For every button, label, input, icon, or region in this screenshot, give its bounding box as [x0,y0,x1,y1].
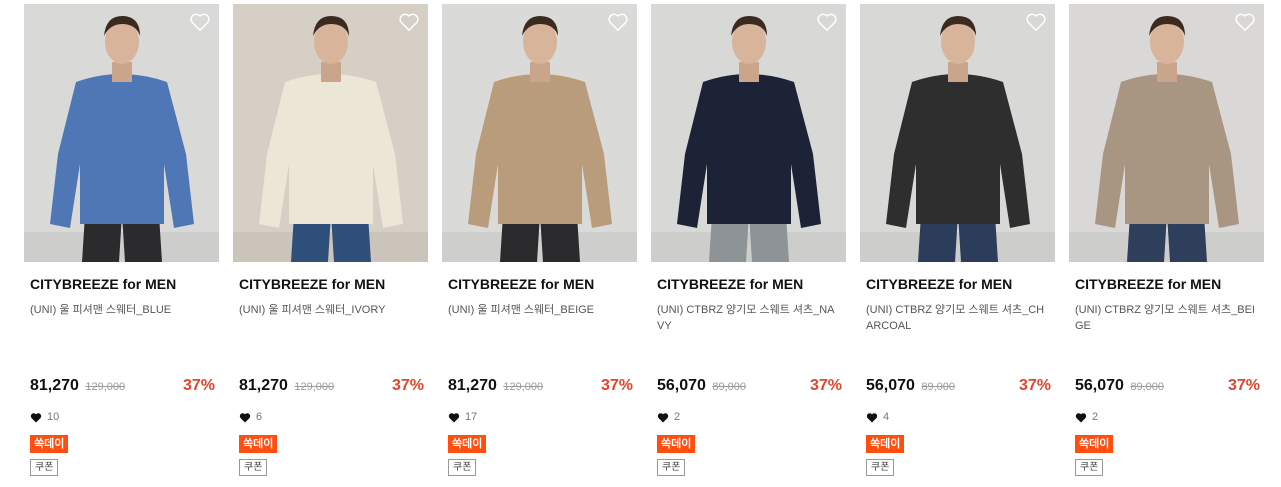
coupon-tag: 쿠폰 [30,459,59,476]
discount-rate: 37% [1227,377,1260,394]
coupon-tag: 쿠폰 [866,459,895,476]
discount-rate: 37% [391,377,424,394]
like-count: 17 [448,411,477,423]
product-card[interactable]: CITYBREEZE for MEN (UNI) CTBRZ 양기모 스웨트 셔… [1069,4,1264,482]
original-price: 129,000 [85,381,126,393]
wishlist-heart-icon[interactable] [607,12,629,32]
original-price: 129,000 [503,381,544,393]
coupon-tag: 쿠폰 [448,459,477,476]
model-photo [1069,4,1264,262]
sale-badge: 쏙데이 [1075,435,1114,453]
wishlist-heart-icon[interactable] [189,12,211,32]
wishlist-heart-icon[interactable] [1234,12,1256,32]
coupon-tag: 쿠폰 [657,459,686,476]
heart-icon [239,412,251,422]
like-count-value: 4 [883,411,890,423]
sale-badge: 쏙데이 [30,435,69,453]
product-image[interactable] [233,4,428,262]
brand-name[interactable]: CITYBREEZE for MEN [1075,276,1221,292]
discount-rate: 37% [809,377,842,394]
sale-price: 56,070 89,000 [1075,377,1165,394]
original-price: 89,000 [921,381,956,393]
wishlist-heart-icon[interactable] [1025,12,1047,32]
product-name[interactable]: (UNI) 울 피셔맨 스웨터_IVORY [239,302,422,318]
discount-rate: 37% [600,377,633,394]
sale-price: 56,070 89,000 [866,377,956,394]
product-name[interactable]: (UNI) CTBRZ 양기모 스웨트 셔츠_CHARCOAL [866,302,1049,334]
like-count: 4 [866,411,889,423]
original-price: 89,000 [712,381,747,393]
heart-icon [1075,412,1087,422]
brand-name[interactable]: CITYBREEZE for MEN [30,276,176,292]
sale-badge: 쏙데이 [866,435,905,453]
product-image[interactable] [860,4,1055,262]
brand-name[interactable]: CITYBREEZE for MEN [866,276,1012,292]
like-count-value: 2 [674,411,681,423]
coupon-tag: 쿠폰 [1075,459,1104,476]
like-count: 2 [657,411,680,423]
brand-name[interactable]: CITYBREEZE for MEN [239,276,385,292]
like-count-value: 17 [465,411,478,423]
product-card[interactable]: CITYBREEZE for MEN (UNI) 울 피셔맨 스웨터_BLUE … [24,4,219,482]
sale-badge: 쏙데이 [239,435,278,453]
product-card[interactable]: CITYBREEZE for MEN (UNI) 울 피셔맨 스웨터_BEIGE… [442,4,637,482]
model-photo [233,4,428,262]
wishlist-heart-icon[interactable] [816,12,838,32]
heart-icon [866,412,878,422]
product-image[interactable] [1069,4,1264,262]
like-count: 10 [30,411,59,423]
product-card[interactable]: CITYBREEZE for MEN (UNI) CTBRZ 양기모 스웨트 셔… [860,4,1055,482]
sale-badge: 쏙데이 [448,435,487,453]
wishlist-heart-icon[interactable] [398,12,420,32]
sale-price: 81,270 129,000 [30,377,126,394]
like-count-value: 2 [1092,411,1099,423]
product-card[interactable]: CITYBREEZE for MEN (UNI) 울 피셔맨 스웨터_IVORY… [233,4,428,482]
like-count-value: 10 [47,411,60,423]
model-photo [860,4,1055,262]
like-count-value: 6 [256,411,263,423]
discount-rate: 37% [182,377,215,394]
like-count: 6 [239,411,262,423]
brand-name[interactable]: CITYBREEZE for MEN [657,276,803,292]
sale-price: 81,270 129,000 [239,377,335,394]
model-photo [651,4,846,262]
product-image[interactable] [651,4,846,262]
product-card[interactable]: CITYBREEZE for MEN (UNI) CTBRZ 양기모 스웨트 셔… [651,4,846,482]
product-image[interactable] [442,4,637,262]
heart-icon [657,412,669,422]
sale-price: 81,270 129,000 [448,377,544,394]
coupon-tag: 쿠폰 [239,459,268,476]
discount-rate: 37% [1018,377,1051,394]
product-name[interactable]: (UNI) CTBRZ 양기모 스웨트 셔츠_BEIGE [1075,302,1258,334]
model-photo [24,4,219,262]
product-image[interactable] [24,4,219,262]
heart-icon [30,412,42,422]
sale-price: 56,070 89,000 [657,377,747,394]
brand-name[interactable]: CITYBREEZE for MEN [448,276,594,292]
model-photo [442,4,637,262]
product-name[interactable]: (UNI) CTBRZ 양기모 스웨트 셔츠_NAVY [657,302,840,334]
original-price: 129,000 [294,381,335,393]
product-name[interactable]: (UNI) 울 피셔맨 스웨터_BEIGE [448,302,631,318]
like-count: 2 [1075,411,1098,423]
original-price: 89,000 [1130,381,1165,393]
product-name[interactable]: (UNI) 울 피셔맨 스웨터_BLUE [30,302,213,318]
sale-badge: 쏙데이 [657,435,696,453]
heart-icon [448,412,460,422]
